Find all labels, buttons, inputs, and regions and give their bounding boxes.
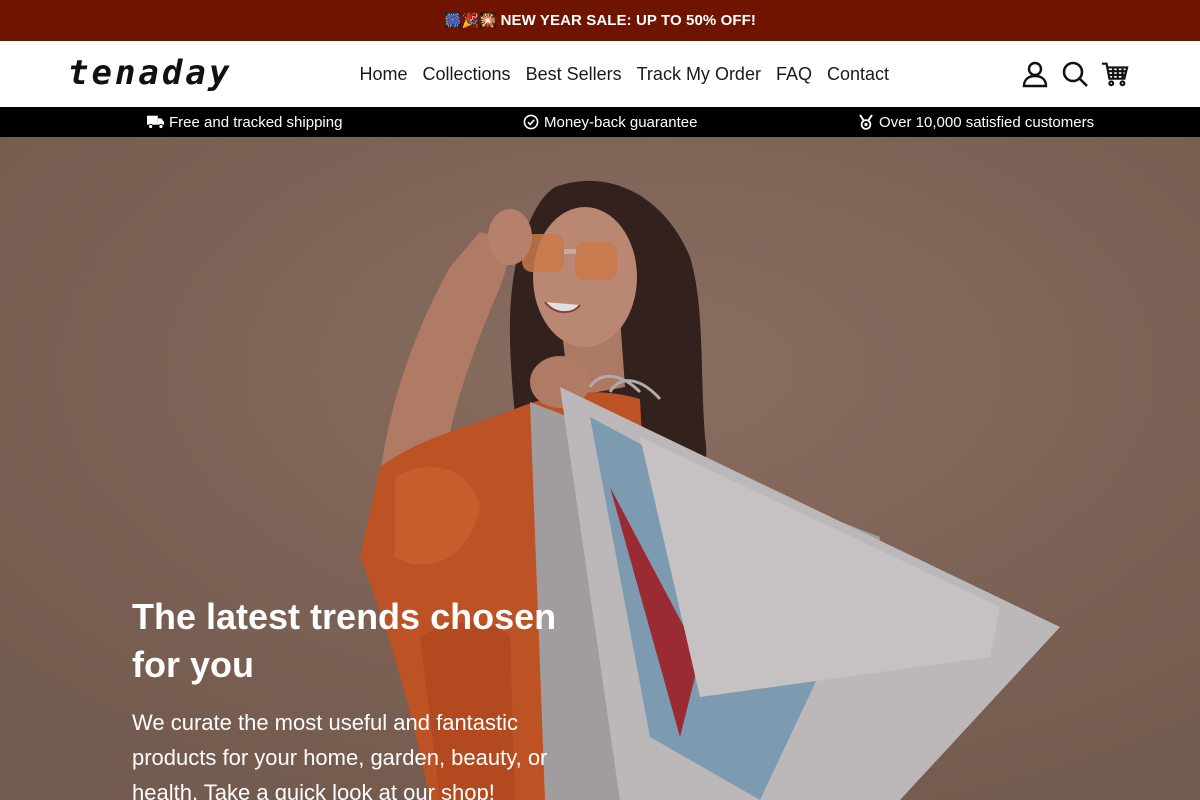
trust-text-shipping: Free and tracked shipping <box>169 113 343 131</box>
site-logo[interactable]: tenaday <box>68 55 232 91</box>
nav-collections[interactable]: Collections <box>423 64 511 85</box>
truck-icon <box>147 115 165 130</box>
hero-banner: The latest trends chosen for you We cura… <box>0 137 1200 800</box>
trust-text-customers: Over 10,000 satisfied customers <box>879 113 1095 131</box>
announcement-text: NEW YEAR SALE: UP TO 50% OFF! <box>500 12 757 29</box>
celebration-emoji-icon: 🎆🎉🎇 <box>443 12 497 29</box>
announcement-bar: 🎆🎉🎇 NEW YEAR SALE: UP TO 50% OFF! <box>0 0 1200 41</box>
trust-item-customers: Over 10,000 satisfied customers <box>857 107 1094 137</box>
hero-image <box>0 137 1200 800</box>
hero-description: We curate the most useful and fantastic … <box>132 710 548 800</box>
nav-faq[interactable]: FAQ <box>776 64 812 85</box>
trust-bar: Free and tracked shipping Money-back gua… <box>0 107 1200 137</box>
site-header: tenaday Home Collections Best Sellers Tr… <box>0 41 1200 107</box>
nav-track-my-order[interactable]: Track My Order <box>637 64 761 85</box>
nav-best-sellers[interactable]: Best Sellers <box>526 64 622 85</box>
main-nav: Home Collections Best Sellers Track My O… <box>352 41 897 107</box>
medal-icon <box>859 114 873 130</box>
nav-contact[interactable]: Contact <box>827 64 889 85</box>
account-icon[interactable] <box>1020 59 1050 89</box>
nav-home[interactable]: Home <box>360 64 408 85</box>
search-icon[interactable] <box>1060 59 1090 89</box>
hero-title: The latest trends chosen for you <box>132 596 557 685</box>
check-circle-icon <box>523 114 539 130</box>
trust-item-guarantee: Money-back guarantee <box>522 107 697 137</box>
cart-icon[interactable] <box>1100 59 1130 89</box>
trust-item-shipping: Free and tracked shipping <box>147 107 342 137</box>
trust-text-guarantee: Money-back guarantee <box>544 113 698 131</box>
header-actions <box>1010 59 1130 89</box>
